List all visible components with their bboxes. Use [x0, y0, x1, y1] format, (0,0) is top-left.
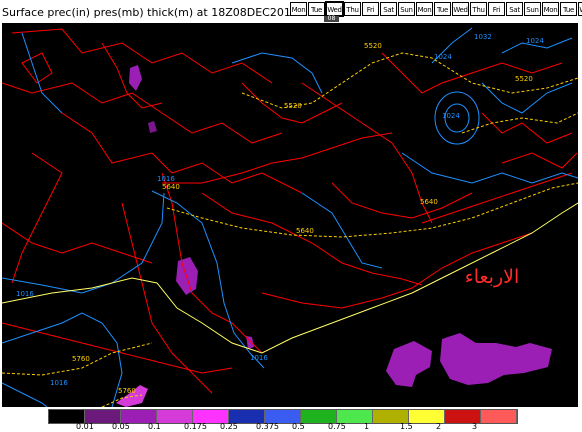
- thickness-label: 5520: [515, 75, 533, 83]
- thickness-label: 5640: [420, 198, 438, 206]
- day-button-thu[interactable]: Thu: [470, 2, 487, 16]
- day-button-sun[interactable]: Sun: [524, 2, 541, 16]
- thickness-label: 5640: [296, 227, 314, 235]
- day-button-sun[interactable]: Sun: [398, 2, 415, 16]
- isobar-label: 1016: [50, 379, 68, 387]
- day-button-fri[interactable]: Fri: [362, 2, 379, 16]
- day-button-tue[interactable]: Tue: [308, 2, 325, 16]
- day-button-mon[interactable]: Mon: [416, 2, 433, 16]
- isobar-label: 1024: [526, 37, 544, 45]
- day-button-fri[interactable]: Fri: [488, 2, 505, 16]
- isobar-label: 1024: [442, 112, 460, 120]
- day-button-tue[interactable]: Tue: [434, 2, 451, 16]
- selected-date-label: 08: [324, 16, 339, 22]
- day-button-mon[interactable]: Mon: [542, 2, 559, 16]
- day-button-sat[interactable]: Sat: [380, 2, 397, 16]
- day-button-thu[interactable]: Thu: [344, 2, 361, 16]
- day-button-wed[interactable]: Wed: [452, 2, 469, 16]
- isobar-label: 1016: [250, 354, 268, 362]
- day-button-sat[interactable]: Sat: [506, 2, 523, 16]
- precip-legend-labels: 0.01 0.05 0.1 0.175 0.25 0.375 0.5 0.75 1 1.5 2 3: [48, 422, 582, 432]
- thickness-label: 5760: [72, 355, 90, 363]
- weather-map: 1016 1016 1016 1016 1024 1024 1032 1024 …: [2, 23, 578, 407]
- isobar-label: 1016: [157, 175, 175, 183]
- thickness-label: 5520: [364, 42, 382, 50]
- day-selector[interactable]: Mon Tue Wed Thu Fri Sat Sun Mon Tue Wed Thu Fri Sat S…: [290, 1, 582, 17]
- day-button-tue[interactable]: Tue: [560, 2, 577, 16]
- thickness-label: 5760: [118, 387, 136, 395]
- arabic-day-label: الاربعاء: [465, 266, 519, 288]
- chart-title: Surface prec(in) pres(mb) thick(m) at 18…: [2, 6, 298, 19]
- isobar-label: 1024: [434, 53, 452, 61]
- thickness-label: 5640: [162, 183, 180, 191]
- isobar-label: 1032: [474, 33, 492, 41]
- day-button-wed[interactable]: Wed: [578, 2, 582, 16]
- day-button-mon[interactable]: Mon: [290, 2, 307, 16]
- isobar-label: 1016: [16, 290, 34, 298]
- day-button-wed[interactable]: Wed: [325, 1, 344, 17]
- thickness-label: 5520: [284, 102, 302, 110]
